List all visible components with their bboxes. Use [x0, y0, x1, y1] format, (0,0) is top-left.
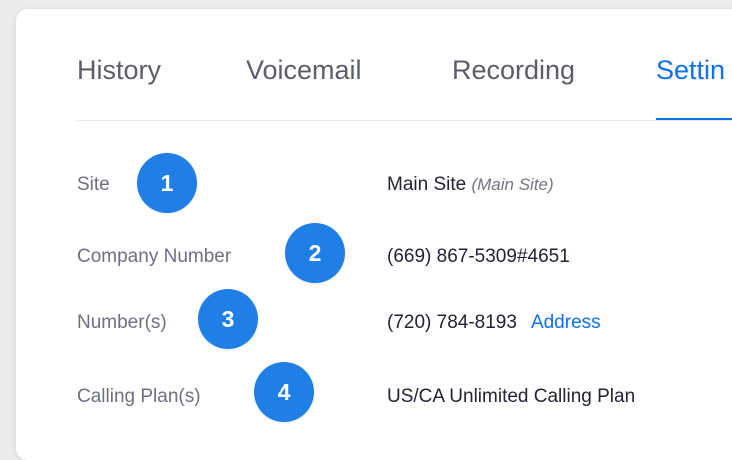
- numbers-label: Number(s): [77, 312, 167, 333]
- site-value: Main Site (Main Site): [387, 174, 554, 196]
- tab-settings[interactable]: Settin: [656, 55, 725, 86]
- settings-panel: History Voicemail Recording Settin Site …: [16, 9, 732, 460]
- tab-divider: [77, 120, 732, 121]
- company-number-label: Company Number: [77, 246, 232, 267]
- calling-plans-label: Calling Plan(s): [77, 386, 201, 407]
- site-note: (Main Site): [471, 175, 554, 194]
- phone-number: (720) 784-8193: [387, 312, 517, 333]
- address-link[interactable]: Address: [531, 312, 601, 333]
- calling-plans-value: US/CA Unlimited Calling Plan: [387, 386, 636, 407]
- company-number-value: (669) 867-5309#4651: [387, 246, 570, 267]
- tab-voicemail[interactable]: Voicemail: [246, 55, 362, 86]
- site-name: Main Site: [387, 174, 467, 195]
- callout-badge-3: 3: [198, 289, 258, 349]
- callout-badge-4: 4: [254, 362, 314, 422]
- callout-badge-2: 2: [285, 223, 345, 283]
- tab-recording[interactable]: Recording: [452, 55, 575, 86]
- tab-history[interactable]: History: [77, 55, 161, 86]
- site-label: Site: [77, 174, 110, 195]
- tab-bar: History Voicemail Recording Settin: [16, 9, 732, 121]
- numbers-value: (720) 784-8193 Address: [387, 312, 601, 334]
- callout-badge-1: 1: [137, 153, 197, 213]
